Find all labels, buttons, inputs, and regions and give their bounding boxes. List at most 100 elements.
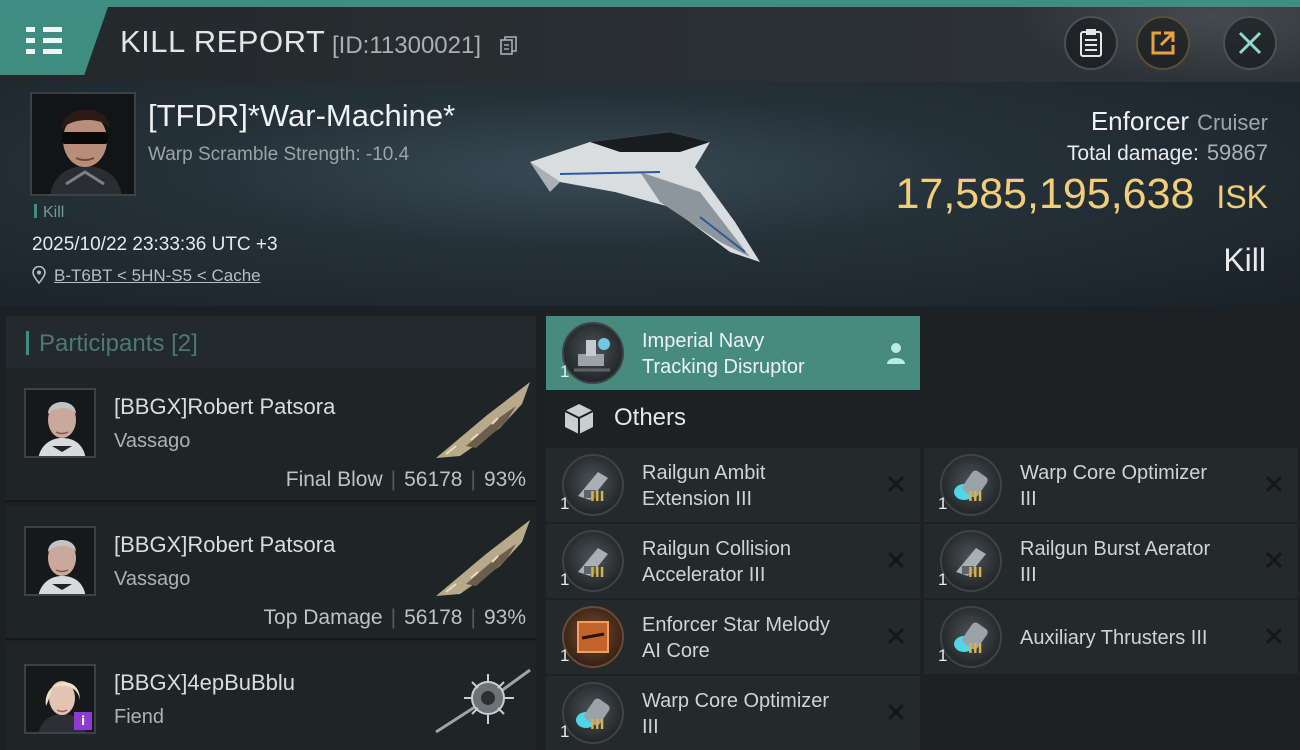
item-row[interactable]: III 1 Auxiliary Thrusters III <box>924 600 1298 674</box>
kill-tag-label: Kill <box>43 204 65 221</box>
item-name-line2: Tracking Disruptor <box>642 356 805 378</box>
tier-badge: III <box>590 490 605 505</box>
participant-avatar[interactable] <box>24 388 96 458</box>
item-quantity: 1 <box>560 722 570 741</box>
item-name: Warp Core Optimizer III <box>1020 460 1250 512</box>
header-accent-line <box>0 0 1300 7</box>
kill-location[interactable]: B-T6BT < 5HN-S5 < Cache <box>32 265 261 286</box>
report-result: Kill <box>1223 242 1266 278</box>
tier-badge: III <box>968 490 983 505</box>
railgun-rig-icon <box>562 454 624 516</box>
item-name-line2: Extension III <box>642 488 753 510</box>
victim-name[interactable]: [TFDR]*War-Machine* <box>148 98 455 134</box>
hamburger-icon <box>26 27 62 55</box>
victim-avatar[interactable] <box>30 92 136 196</box>
participant-name[interactable]: [BBGX]4epBuBblu <box>114 670 295 696</box>
pilot-person-icon[interactable] <box>886 342 906 364</box>
item-name: Warp Core Optimizer III <box>642 688 872 740</box>
participant-card[interactable]: i [BBGX]4epBuBblu Fiend <box>6 644 536 750</box>
item-quantity: 1 <box>938 570 948 589</box>
others-label: Others <box>614 404 687 431</box>
ai-core-icon <box>562 606 624 668</box>
item-name: Railgun Ambit Extension III <box>642 460 872 512</box>
participant-name[interactable]: [BBGX]Robert Patsora <box>114 394 335 420</box>
menu-button[interactable] <box>0 7 108 75</box>
kill-datetime: 2025/10/22 23:33:36 UTC +3 <box>32 234 278 255</box>
item-name: Railgun Burst Aerator III <box>1020 536 1250 588</box>
participants-title: Participants [2] <box>26 330 198 358</box>
warp-core-optimizer-icon <box>562 682 624 744</box>
item-name: Railgun Collision Accelerator III <box>642 536 872 588</box>
item-row[interactable]: 1 Enforcer Star Melody AI Core <box>546 600 920 674</box>
share-button[interactable] <box>1136 16 1190 70</box>
item-name-line1: Auxiliary Thrusters III <box>1020 627 1208 649</box>
item-name-line1: Warp Core Optimizer <box>1020 462 1208 484</box>
item-name-line1: Railgun Burst Aerator <box>1020 538 1211 560</box>
item-name: Enforcer Star Melody AI Core <box>642 612 872 664</box>
victim-ship-name: Enforcer <box>1090 106 1190 136</box>
item-name: Imperial Navy Tracking Disruptor <box>642 328 872 380</box>
victim-panel: [TFDR]*War-Machine* Warp Scramble Streng… <box>0 82 1300 306</box>
participant-card[interactable]: [BBGX]Robert Patsora Vassago Top Damage |… <box>6 506 536 640</box>
item-quantity: 1 <box>560 494 570 513</box>
participant-ship: Vassago <box>114 568 191 590</box>
copy-icon[interactable] <box>500 36 517 56</box>
item-name-line2: III <box>1020 564 1037 586</box>
clipboard-button[interactable] <box>1064 16 1118 70</box>
destroyed-x-icon <box>1265 627 1283 645</box>
tier-badge: III <box>968 642 983 657</box>
item-name-line2: Accelerator III <box>642 564 766 586</box>
header-bar: KILL REPORT [ID:11300021] <box>0 0 1300 82</box>
item-name: Auxiliary Thrusters III <box>1020 625 1250 651</box>
participant-card[interactable]: [BBGX]Robert Patsora Vassago Final Blow |… <box>6 368 536 502</box>
participants-header: Participants [2] <box>6 316 536 372</box>
participant-name[interactable]: [BBGX]Robert Patsora <box>114 532 335 558</box>
item-row[interactable]: III 1 Railgun Burst Aerator III <box>924 524 1298 598</box>
participant-ship-image <box>436 520 530 596</box>
page-title: KILL REPORT <box>120 24 326 59</box>
close-icon <box>1238 31 1262 55</box>
participant-ship: Fiend <box>114 706 165 728</box>
participant-avatar[interactable]: i <box>24 664 96 734</box>
participant-avatar[interactable] <box>24 526 96 596</box>
destroyed-x-icon <box>1265 475 1283 493</box>
participant-ship: Vassago <box>114 430 191 452</box>
total-damage: Total damage: 59867 <box>1067 140 1268 166</box>
destroyed-x-icon <box>887 627 905 645</box>
victim-ship[interactable]: Enforcer Cruiser <box>1091 106 1268 137</box>
item-name-line1: Imperial Navy <box>642 330 765 352</box>
item-row-highlighted[interactable]: 1 Imperial Navy Tracking Disruptor <box>546 316 920 390</box>
item-quantity: 1 <box>938 494 948 513</box>
participant-percent: 93% <box>483 468 526 491</box>
item-quantity: 1 <box>938 646 948 665</box>
auxiliary-thrusters-icon <box>940 606 1002 668</box>
item-row[interactable]: III 1 Warp Core Optimizer III <box>924 448 1298 522</box>
item-name-line1: Railgun Ambit <box>642 462 766 484</box>
item-name-line2: AI Core <box>642 640 710 662</box>
participant-damage: 56178 <box>404 606 463 629</box>
warp-scramble-strength: Warp Scramble Strength: -10.4 <box>148 144 410 165</box>
participant-percent: 93% <box>483 606 526 629</box>
item-name-line1: Warp Core Optimizer <box>642 690 830 712</box>
location-link[interactable]: B-T6BT < 5HN-S5 < Cache <box>54 266 261 285</box>
participants-label: Participants <box>39 330 165 357</box>
tier-badge: III <box>590 566 605 581</box>
item-row[interactable]: III 1 Railgun Ambit Extension III <box>546 448 920 522</box>
tracking-disruptor-icon <box>562 322 624 384</box>
item-name-line2: III <box>642 716 659 738</box>
close-button[interactable] <box>1223 16 1277 70</box>
participant-portrait-icon <box>26 528 94 594</box>
item-row[interactable]: III 1 Railgun Collision Accelerator III <box>546 524 920 598</box>
participant-ship-image <box>436 382 530 458</box>
cube-icon <box>564 404 594 434</box>
railgun-rig-icon <box>940 530 1002 592</box>
clipboard-icon <box>1080 29 1102 57</box>
participant-ship-image <box>435 668 531 734</box>
item-quantity: 1 <box>560 362 570 381</box>
item-row[interactable]: III 1 Warp Core Optimizer III <box>546 676 920 750</box>
tier-badge: III <box>968 566 983 581</box>
items-panel: 1 Imperial Navy Tracking Disruptor Other… <box>542 306 1300 750</box>
isk-unit: ISK <box>1216 179 1268 215</box>
isk-amount: 17,585,195,638 <box>895 170 1195 218</box>
share-icon <box>1151 31 1175 55</box>
